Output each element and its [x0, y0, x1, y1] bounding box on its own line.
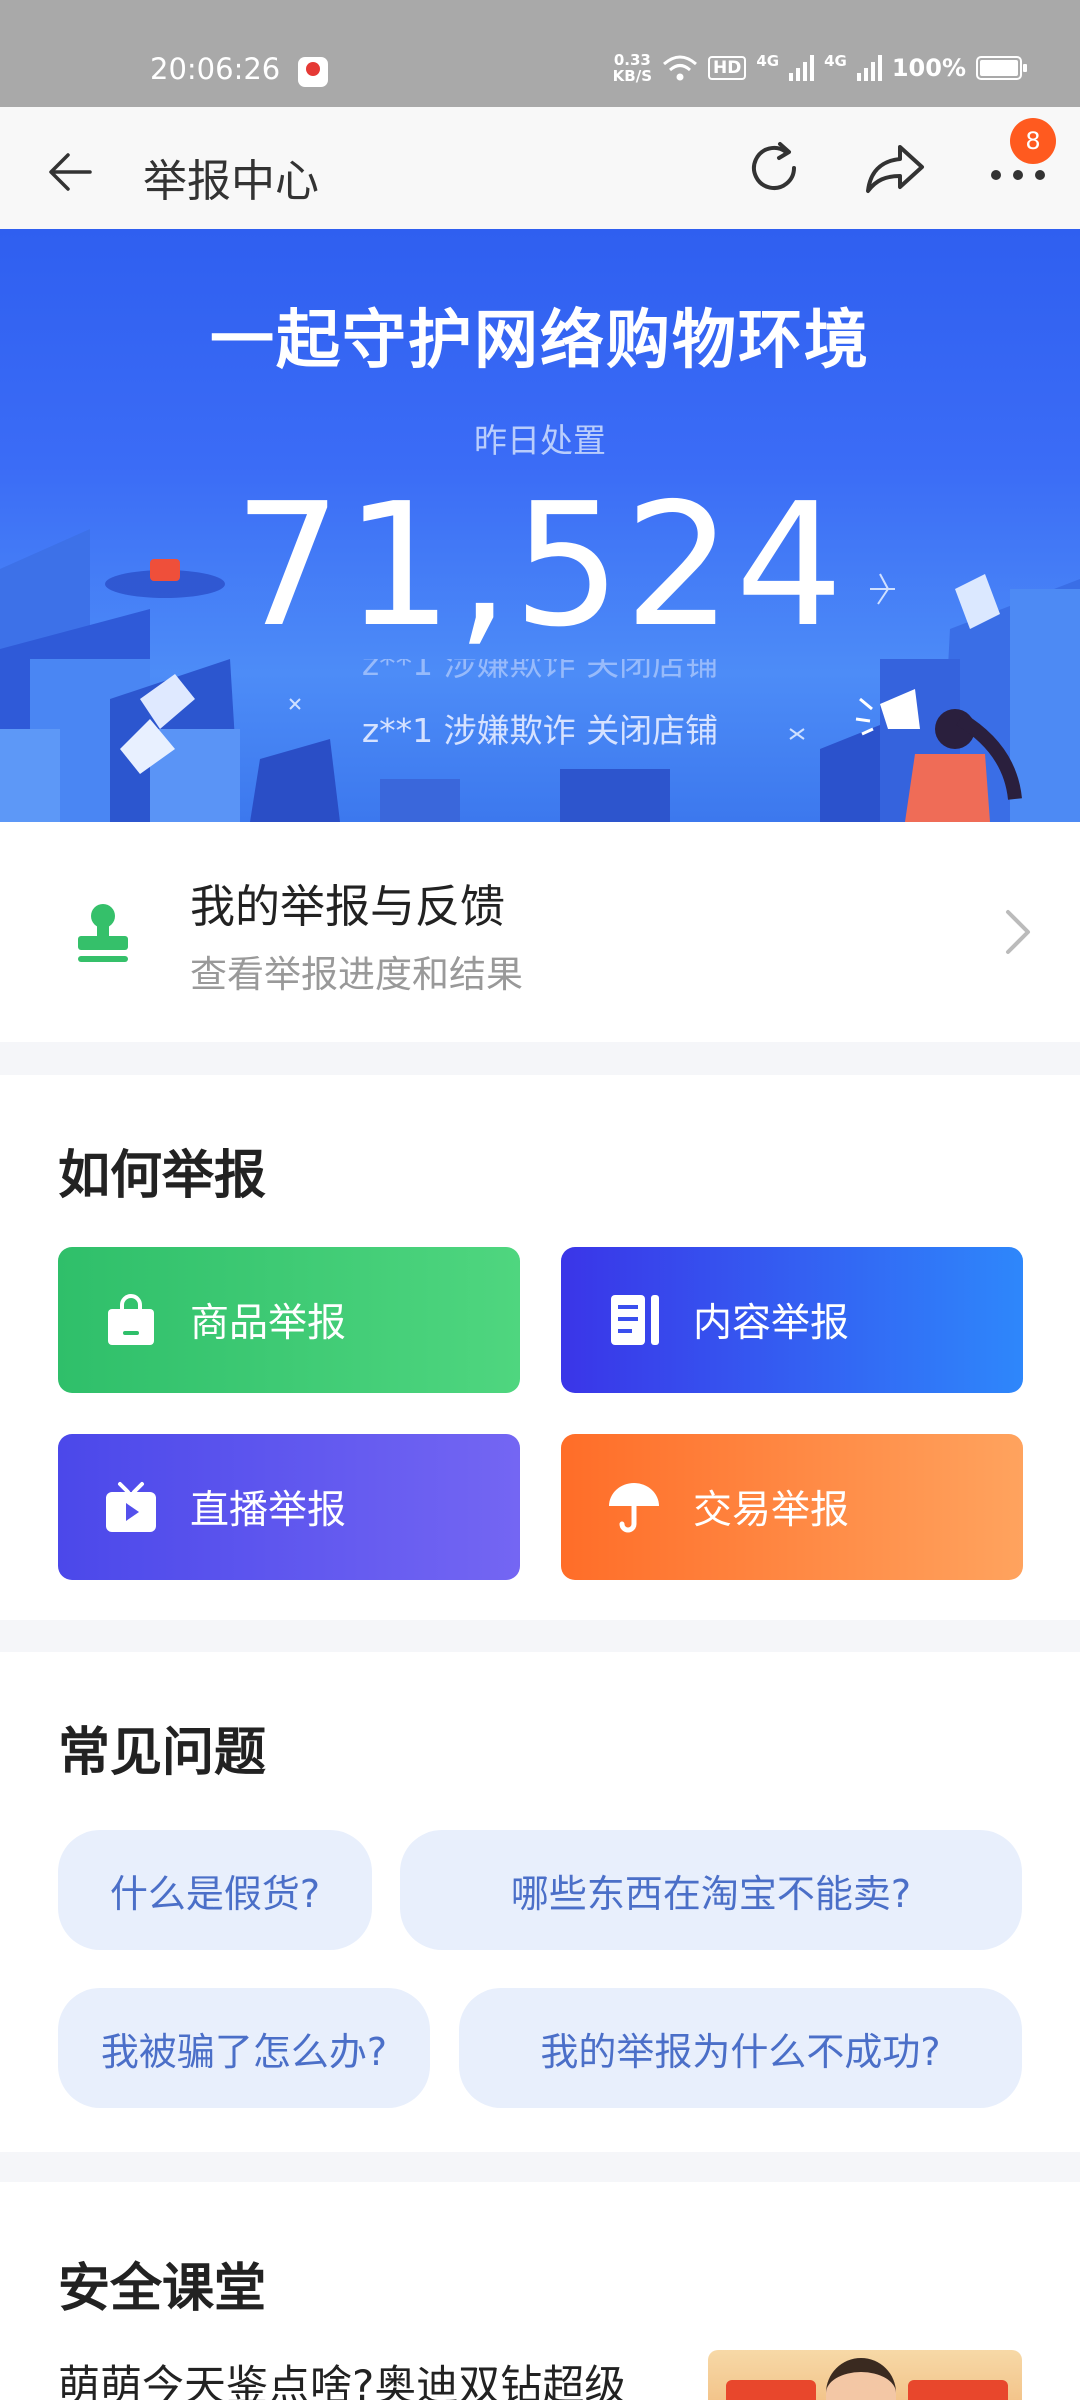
thumbnail-person: [826, 2358, 896, 2400]
status-time: 20:06:26: [150, 52, 281, 86]
section-title-safety: 安全课堂: [58, 2259, 267, 2319]
ticker-previous-item: z**1 涉嫌欺诈 关闭店铺: [361, 659, 719, 681]
section-title-faq: 常见问题: [58, 1723, 267, 1783]
status-indicators: 0.33 KB/S HD 4G 4G 100%: [613, 52, 1027, 84]
faq-item[interactable]: 我被骗了怎么办?: [58, 1988, 430, 2108]
network-speed-unit: KB/S: [612, 67, 652, 85]
how-to-report-section: 如何举报 商品举报 内容举报 直播举报 交易举报: [0, 1075, 1080, 1620]
banner-subtitle: 昨日处置: [474, 421, 606, 460]
my-report-subtitle: 查看举报进度和结果: [190, 953, 523, 996]
tv-icon: [106, 1482, 156, 1532]
goods-report-button[interactable]: 商品举报: [58, 1247, 520, 1393]
ticker-item: z**1 涉嫌欺诈 关闭店铺: [361, 711, 719, 750]
hero-banner: 一起守护网络购物环境 昨日处置 71,524 z**1 涉嫌欺诈 关闭店铺 z*…: [0, 229, 1080, 822]
stamp-icon: [78, 904, 128, 962]
nav-bar: 举报中心: [0, 107, 1080, 229]
page-title: 举报中心: [143, 156, 319, 207]
handled-count: 71,524: [233, 467, 847, 665]
battery-percent: 100%: [891, 54, 966, 82]
status-bar: 20:06:26 0.33 KB/S HD 4G 4G 100%: [0, 0, 1080, 107]
thumbnail-tag: [908, 2380, 1008, 2400]
live-report-label: 直播举报: [190, 1488, 347, 1533]
umbrella-icon: [609, 1483, 659, 1533]
back-arrow-icon[interactable]: [40, 142, 100, 202]
my-report-title: 我的举报与反馈: [190, 880, 506, 933]
network-speed-value: 0.33: [613, 51, 651, 69]
banner-slogan: 一起守护网络购物环境: [210, 304, 870, 378]
trade-report-button[interactable]: 交易举报: [561, 1434, 1023, 1580]
hd-badge: HD: [708, 56, 747, 80]
article-title[interactable]: 萌萌今天鉴点啥?奥迪双钻超级: [58, 2352, 626, 2400]
live-report-button[interactable]: 直播举报: [58, 1434, 520, 1580]
notification-badge: 8: [1010, 118, 1056, 164]
faq-section: 常见问题 什么是假货? 哪些东西在淘宝不能卖? 我被骗了怎么办? 我的举报为什么…: [0, 1652, 1080, 2152]
document-icon: [611, 1295, 659, 1345]
thumbnail-tag: [726, 2380, 816, 2400]
trade-report-label: 交易举报: [693, 1488, 850, 1533]
faq-item[interactable]: 什么是假货?: [58, 1830, 372, 1950]
faq-item[interactable]: 哪些东西在淘宝不能卖?: [400, 1830, 1022, 1950]
shopping-bag-icon: [108, 1294, 154, 1345]
goods-report-label: 商品举报: [190, 1301, 347, 1346]
safety-class-section: 安全课堂 萌萌今天鉴点啥?奥迪双钻超级: [0, 2182, 1080, 2400]
signal-icon: [856, 55, 882, 81]
sim1-label: 4G: [756, 52, 780, 70]
wifi-icon: [663, 55, 697, 81]
share-icon[interactable]: [862, 135, 928, 201]
content-report-button[interactable]: 内容举报: [561, 1247, 1023, 1393]
app-notification-icon: [298, 57, 328, 87]
section-title-how-to-report: 如何举报: [58, 1146, 267, 1206]
article-thumbnail[interactable]: [708, 2350, 1022, 2400]
sim2-label: 4G: [824, 52, 847, 70]
chevron-right-icon: [1006, 910, 1030, 954]
battery-icon: [976, 56, 1027, 80]
faq-item[interactable]: 我的举报为什么不成功?: [459, 1988, 1022, 2108]
network-speed: 0.33 KB/S: [613, 52, 652, 84]
refresh-icon[interactable]: [742, 135, 808, 201]
content-report-label: 内容举报: [693, 1301, 850, 1346]
my-report-entry[interactable]: 我的举报与反馈 查看举报进度和结果: [0, 822, 1080, 1042]
signal-icon: [789, 55, 815, 81]
